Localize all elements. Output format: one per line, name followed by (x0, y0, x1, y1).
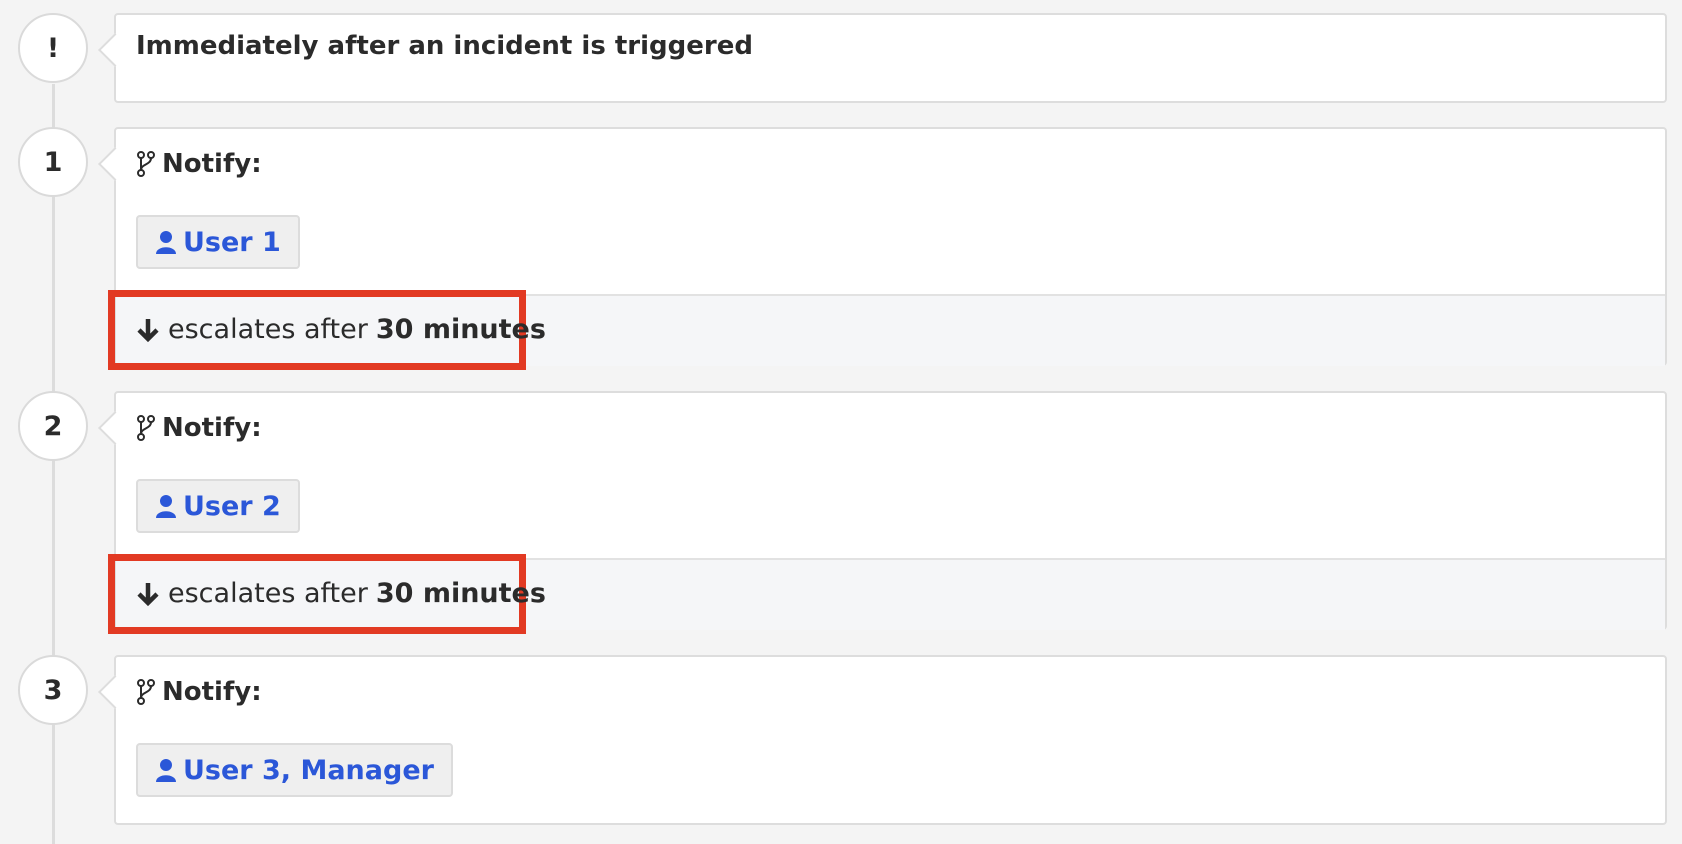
escalation-delay-value: 30 minutes (375, 578, 546, 609)
branch-icon (137, 151, 155, 177)
notify-target-user-3[interactable]: User 3, Manager (136, 743, 453, 797)
notify-label: Notify: (162, 677, 262, 707)
user-icon (156, 231, 176, 254)
escalation-delay-1: escalates after 30 minutes (136, 314, 546, 345)
trigger-label: Immediately after an incident is trigger… (136, 31, 753, 61)
rule-card-2: Notify: User 2 escalates after 30 minute… (108, 391, 1667, 634)
notify-row-1: Notify: (136, 149, 262, 179)
notify-target-label: User 1 (183, 226, 281, 258)
escalation-delay-2: escalates after 30 minutes (136, 578, 546, 609)
user-icon (156, 759, 176, 782)
escalation-footer-2: escalates after 30 minutes (108, 554, 1665, 634)
notify-label: Notify: (162, 413, 262, 443)
branch-icon (137, 679, 155, 705)
step-number-3: 3 (18, 655, 88, 725)
trigger-marker: ! (18, 13, 88, 83)
rule-card-1: Notify: User 1 escalates after 30 minute… (108, 127, 1667, 370)
notify-row-3: Notify: (136, 677, 262, 707)
rule-card-3: Notify: User 3, Manager (114, 655, 1667, 825)
branch-icon (137, 415, 155, 441)
step-number-2: 2 (18, 391, 88, 461)
escalation-prefix: escalates after (168, 578, 368, 609)
timeline-line (52, 84, 55, 844)
notify-label: Notify: (162, 149, 262, 179)
user-icon (156, 495, 176, 518)
arrow-down-icon (137, 318, 159, 342)
notify-target-user-1[interactable]: User 1 (136, 215, 300, 269)
trigger-card: Immediately after an incident is trigger… (114, 13, 1667, 103)
escalation-footer-1: escalates after 30 minutes (108, 290, 1665, 370)
notify-target-label: User 2 (183, 490, 281, 522)
escalation-delay-value: 30 minutes (375, 314, 546, 345)
arrow-down-icon (137, 582, 159, 606)
notify-target-user-2[interactable]: User 2 (136, 479, 300, 533)
escalation-prefix: escalates after (168, 314, 368, 345)
notify-row-2: Notify: (136, 413, 262, 443)
step-number-1: 1 (18, 127, 88, 197)
notify-target-label: User 3, Manager (183, 754, 434, 786)
